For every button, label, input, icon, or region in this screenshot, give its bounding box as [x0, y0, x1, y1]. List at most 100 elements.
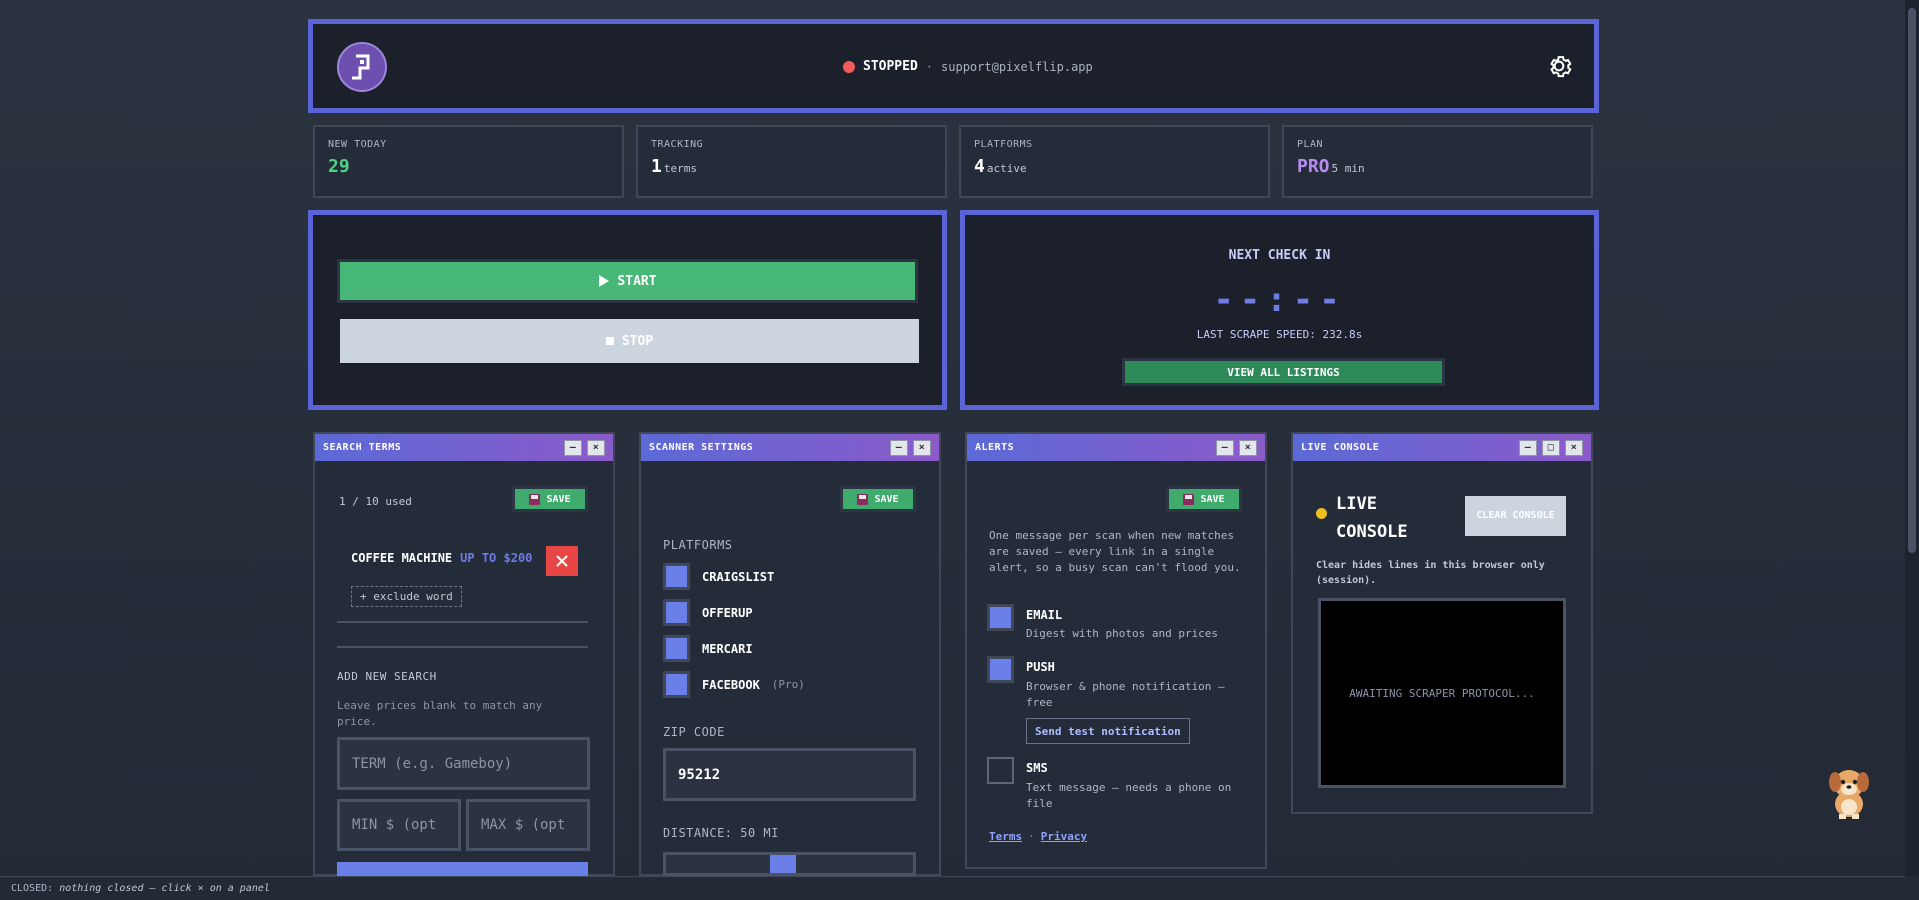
divider	[337, 621, 588, 623]
platform-mercari[interactable]: MERCARI	[663, 635, 753, 662]
checkbox-mercari[interactable]	[663, 635, 690, 662]
link-separator: ·	[1028, 830, 1035, 843]
email-alert-checkbox[interactable]	[987, 604, 1014, 631]
distance-slider-handle[interactable]	[770, 855, 796, 873]
terms-link[interactable]: Terms	[989, 830, 1022, 843]
panel-titlebar: ALERTS – ×	[967, 434, 1265, 461]
add-search-button[interactable]	[337, 862, 588, 876]
platforms-label: PLATFORMS	[663, 538, 733, 552]
scrollbar-thumb[interactable]	[1908, 8, 1916, 553]
email-alert-label: EMAIL	[1026, 608, 1063, 622]
next-check-title: NEXT CHECK IN	[1228, 248, 1331, 263]
console-heading: LIVE CONSOLE	[1336, 494, 1408, 542]
alerts-panel: ALERTS – × SAVE One message per scan whe…	[965, 432, 1267, 869]
checkbox-craigslist[interactable]	[663, 563, 690, 590]
save-scanner-settings-button[interactable]: SAVE	[840, 486, 916, 512]
platform-craigslist[interactable]: CRAIGSLIST	[663, 563, 774, 590]
scanner-settings-panel: SCANNER SETTINGS – × SAVE PLATFORMS CRAI…	[639, 432, 941, 876]
minimize-button[interactable]: –	[890, 439, 908, 456]
push-alert-checkbox[interactable]	[987, 656, 1014, 683]
send-test-notification-button[interactable]: Send test notification	[1026, 718, 1190, 744]
close-button[interactable]: ×	[1239, 439, 1257, 456]
minimize-button[interactable]: –	[1216, 439, 1234, 456]
platform-name: CRAIGSLIST	[702, 569, 775, 584]
page-scrollbar[interactable]	[1905, 0, 1919, 876]
countdown-value: --:--	[1213, 280, 1346, 320]
floppy-disk-icon	[1183, 493, 1195, 505]
search-term-row: COFFEE MACHINE UP TO $200	[351, 551, 532, 565]
sms-alert-desc: Text message — needs a phone on file	[1026, 781, 1232, 810]
stat-suffix: active	[986, 162, 1027, 175]
save-label: SAVE	[1200, 493, 1225, 505]
min-price-input[interactable]: MIN $ (opt	[337, 799, 461, 851]
stat-value: 29	[328, 156, 350, 177]
stat-platforms: PLATFORMS 4 active	[959, 125, 1270, 198]
zip-code-input[interactable]: 95212	[663, 748, 916, 801]
panel-title: SEARCH TERMS	[323, 442, 402, 453]
minimize-button[interactable]: –	[1519, 439, 1537, 456]
stat-value-row: 4 active	[974, 156, 1255, 177]
distance-label: DISTANCE: 50 MI	[663, 826, 779, 840]
logo-p-icon	[352, 54, 370, 80]
stop-button[interactable]: STOP	[340, 319, 919, 363]
panel-titlebar: SEARCH TERMS – ×	[315, 434, 613, 461]
stat-label: TRACKING	[651, 139, 704, 150]
minimize-button[interactable]: –	[564, 439, 582, 456]
platform-name: OFFERUP	[702, 605, 753, 620]
stat-label: PLAN	[1297, 139, 1324, 150]
exclude-word-button[interactable]: + exclude word	[351, 586, 462, 607]
stat-plan: PLAN PRO 5 min	[1282, 125, 1593, 198]
stat-value-row: 1 terms	[651, 156, 932, 177]
max-price-input[interactable]: MAX $ (opt	[466, 799, 590, 851]
console-status-dot-icon	[1316, 508, 1327, 519]
status-dot-icon	[843, 60, 855, 73]
status-indicator: STOPPED · support@pixelflip.app	[843, 59, 1093, 74]
save-alerts-button[interactable]: SAVE	[1166, 486, 1242, 512]
clear-console-button[interactable]: CLEAR CONSOLE	[1465, 496, 1566, 536]
search-terms-panel: SEARCH TERMS – × SAVE 1 / 10 used COFFEE…	[313, 432, 615, 876]
zip-code-label: ZIP CODE	[663, 725, 725, 739]
checkbox-facebook[interactable]	[663, 671, 690, 698]
privacy-link[interactable]: Privacy	[1041, 830, 1087, 843]
close-button[interactable]: ×	[1565, 439, 1583, 456]
stat-label: NEW TODAY	[328, 139, 387, 150]
delete-term-button[interactable]	[546, 546, 578, 576]
close-button[interactable]: ×	[587, 439, 605, 456]
console-output: AWAITING SCRAPER PROTOCOL...	[1318, 598, 1566, 788]
platform-offerup[interactable]: OFFERUP	[663, 599, 753, 626]
status-separator: ·	[925, 59, 934, 74]
stat-value: 1	[651, 156, 662, 177]
stat-new-today: NEW TODAY 29	[313, 125, 624, 198]
puppy-mascot-icon[interactable]	[1825, 764, 1873, 820]
status-text: STOPPED	[863, 59, 918, 74]
platform-name: FACEBOOK	[702, 677, 760, 692]
sms-alert-checkbox[interactable]	[987, 757, 1014, 784]
sms-alert-label: SMS	[1026, 761, 1048, 775]
divider	[337, 646, 588, 648]
distance-slider[interactable]	[663, 852, 916, 876]
start-button[interactable]: START	[337, 259, 918, 303]
add-search-title: ADD NEW SEARCH	[337, 670, 437, 683]
checkbox-offerup[interactable]	[663, 599, 690, 626]
last-scrape-speed: LAST SCRAPE SPEED: 232.8s	[1196, 328, 1363, 341]
push-alert-desc: Browser & phone notification — free	[1026, 680, 1225, 709]
alerts-description: One message per scan when new matches ar…	[989, 529, 1241, 574]
settings-gear-icon[interactable]	[1544, 51, 1574, 81]
stat-value-row: PRO 5 min	[1297, 156, 1578, 177]
footer-label: CLOSED:	[11, 883, 54, 894]
search-term-price: UP TO $200	[460, 551, 533, 565]
save-search-terms-button[interactable]: SAVE	[512, 486, 588, 512]
support-email: support@pixelflip.app	[941, 59, 1093, 74]
floppy-disk-icon	[857, 493, 869, 505]
closed-panels-footer: CLOSED: nothing closed — click × on a pa…	[0, 876, 1905, 900]
stat-value: PRO	[1297, 156, 1330, 177]
save-label: SAVE	[874, 493, 899, 505]
email-alert-desc: Digest with photos and prices	[1026, 627, 1219, 640]
platform-facebook[interactable]: FACEBOOK (Pro)	[663, 671, 805, 698]
start-label: START	[617, 273, 657, 289]
term-input[interactable]: TERM (e.g. Gameboy)	[337, 737, 590, 790]
maximize-button[interactable]: □	[1542, 439, 1560, 456]
view-all-listings-button[interactable]: VIEW ALL LISTINGS	[1122, 358, 1445, 386]
close-button[interactable]: ×	[913, 439, 931, 456]
add-search-hint: Leave prices blank to match any price.	[337, 699, 543, 728]
